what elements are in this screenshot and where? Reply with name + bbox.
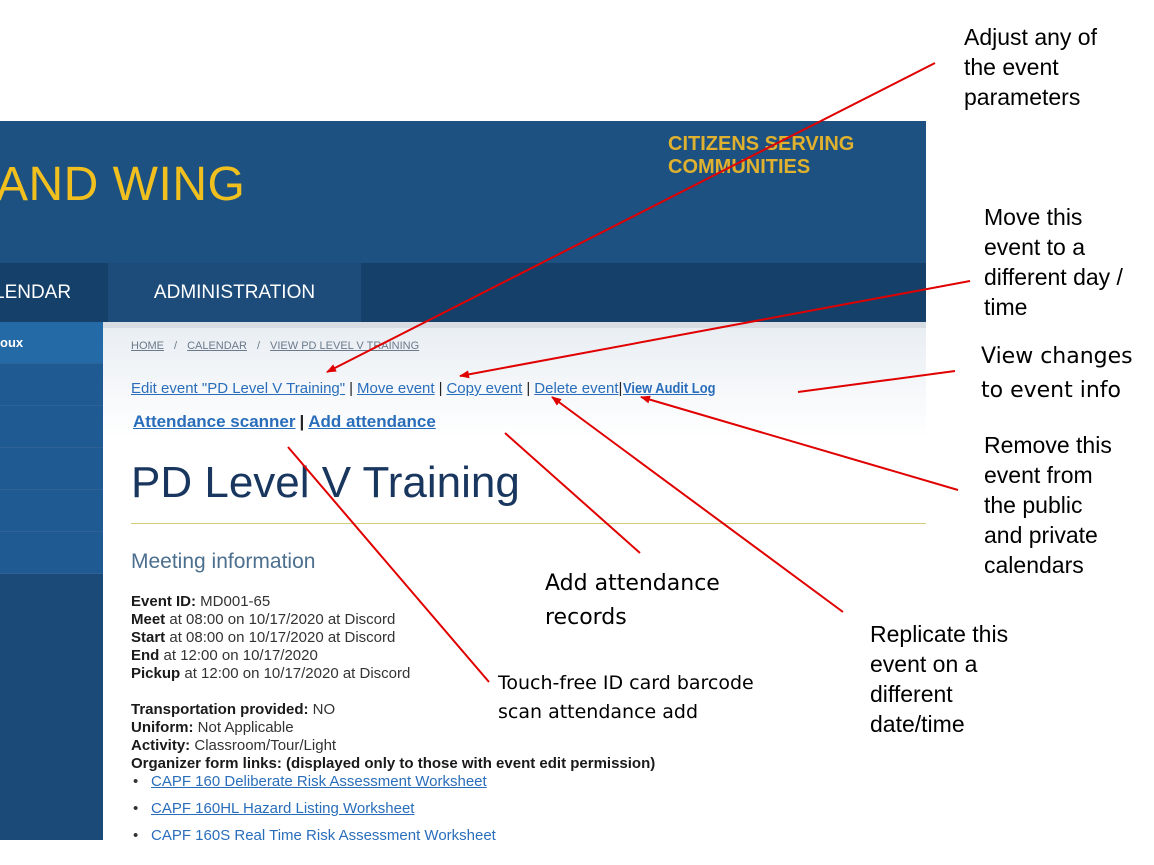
attendance-actions: Attendance scanner | Add attendance bbox=[133, 412, 436, 432]
action-separator: | bbox=[349, 380, 354, 397]
form-link[interactable]: CAPF 160HL Hazard Listing Worksheet bbox=[151, 800, 414, 817]
app-screenshot: AND WING CITIZENS SERVING COMMUNITIES LE… bbox=[0, 121, 926, 840]
annotation-move: Move this event to a different day / time bbox=[984, 204, 1123, 320]
breadcrumb-separator: / bbox=[256, 340, 261, 352]
annotation-replicate: Replicate this event on a different date/ti… bbox=[870, 621, 1009, 737]
main-nav: LENDAR ADMINISTRATION bbox=[0, 263, 926, 322]
site-banner: AND WING CITIZENS SERVING COMMUNITIES bbox=[0, 121, 926, 263]
page-title: PD Level V Training bbox=[131, 458, 520, 507]
action-separator: | bbox=[438, 380, 443, 397]
view-audit-log-link[interactable]: View Audit Log bbox=[623, 380, 715, 397]
form-links-list: CAPF 160 Deliberate Risk Assessment Work… bbox=[131, 772, 496, 840]
detail-end: End at 12:00 on 10/17/2020 bbox=[131, 647, 318, 664]
breadcrumb-calendar[interactable]: CALENDAR bbox=[187, 340, 247, 352]
section-heading: Meeting information bbox=[131, 550, 316, 573]
nav-administration[interactable]: ADMINISTRATION bbox=[108, 263, 361, 322]
motto: CITIZENS SERVING COMMUNITIES bbox=[668, 133, 854, 179]
form-link[interactable]: CAPF 160 Deliberate Risk Assessment Work… bbox=[151, 773, 487, 790]
sidebar-item[interactable]: oux bbox=[0, 322, 103, 364]
sidebar-item[interactable] bbox=[0, 532, 103, 574]
edit-event-link[interactable]: Edit event "PD Level V Training" bbox=[131, 380, 345, 397]
sidebar-item[interactable] bbox=[0, 490, 103, 532]
annotation-add-attendance: Add attendance records bbox=[545, 571, 720, 630]
breadcrumb-separator: / bbox=[174, 340, 178, 352]
annotation-scanner: Touch-free ID card barcode scan attendanc… bbox=[498, 672, 754, 723]
motto-line-1: CITIZENS SERVING bbox=[668, 133, 855, 155]
breadcrumb: HOME / CALENDAR / VIEW PD LEVEL V TRAINING bbox=[131, 340, 419, 352]
attendance-scanner-link[interactable]: Attendance scanner bbox=[133, 412, 296, 431]
action-separator: | bbox=[618, 380, 623, 397]
nav-calendar[interactable]: LENDAR bbox=[0, 263, 108, 322]
action-separator: | bbox=[299, 412, 305, 431]
list-item: CAPF 160HL Hazard Listing Worksheet bbox=[131, 799, 496, 826]
title-divider bbox=[131, 523, 926, 524]
sidebar-item[interactable] bbox=[0, 406, 103, 448]
list-item: CAPF 160S Real Time Risk Assessment Work… bbox=[131, 826, 496, 840]
move-event-link[interactable]: Move event bbox=[357, 380, 435, 397]
main-content: HOME / CALENDAR / VIEW PD LEVEL V TRAINING E… bbox=[103, 322, 926, 840]
sidebar: oux bbox=[0, 322, 103, 840]
action-separator: | bbox=[526, 380, 531, 397]
annotation-remove: Remove this event from the public and priva… bbox=[984, 432, 1112, 578]
annotation-adjust: Adjust any of the event parameters bbox=[964, 24, 1097, 110]
sidebar-item[interactable] bbox=[0, 364, 103, 406]
add-attendance-link[interactable]: Add attendance bbox=[308, 412, 436, 431]
delete-event-link[interactable]: Delete event bbox=[534, 380, 618, 397]
wing-title: AND WING bbox=[0, 158, 246, 211]
copy-event-link[interactable]: Copy event bbox=[446, 380, 522, 397]
form-link[interactable]: CAPF 160S Real Time Risk Assessment Work… bbox=[151, 827, 496, 840]
breadcrumb-home[interactable]: HOME bbox=[131, 340, 164, 352]
sidebar-item[interactable] bbox=[0, 448, 103, 490]
event-actions: Edit event "PD Level V Training" | Move ev… bbox=[131, 380, 731, 397]
annotation-audit: View changes to event info bbox=[981, 344, 1133, 403]
list-item: CAPF 160 Deliberate Risk Assessment Work… bbox=[131, 772, 496, 799]
detail-activity: Activity: Classroom/Tour/Light bbox=[131, 737, 337, 754]
breadcrumb-current[interactable]: VIEW PD LEVEL V TRAINING bbox=[270, 340, 419, 352]
motto-line-2: COMMUNITIES bbox=[668, 156, 811, 178]
detail-organizer-links: Organizer form links: (displayed only to… bbox=[131, 755, 656, 772]
